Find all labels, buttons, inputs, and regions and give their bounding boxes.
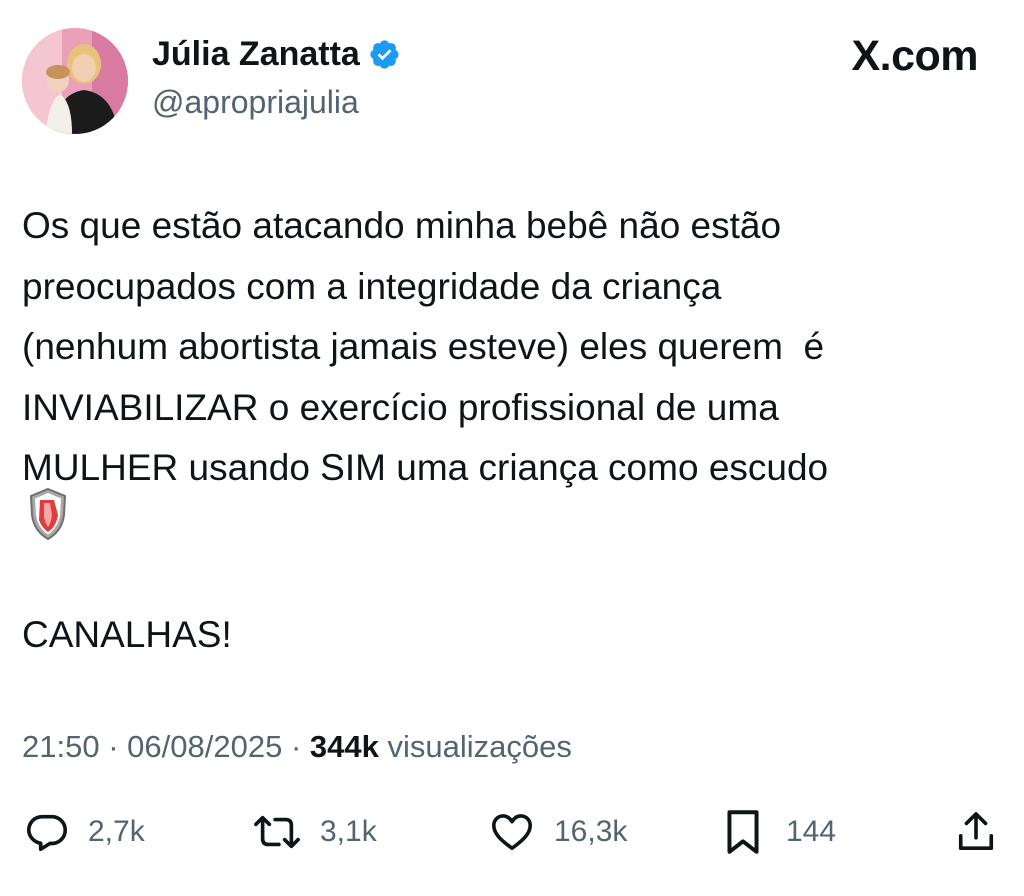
views-count: 344k (309, 729, 379, 764)
tweet-line: Os que estão atacando minha bebê não est… (22, 205, 782, 246)
bookmark-count: 144 (786, 815, 837, 848)
display-name[interactable]: Júlia Zanatta (152, 33, 401, 75)
tweet-closing: CANALHAS! (22, 614, 232, 655)
shield-emoji-icon (28, 487, 68, 541)
share-button[interactable] (955, 800, 997, 864)
tweet-line: preocupados com a integridade da criança (22, 265, 722, 307)
repost-button[interactable]: 3,1k (252, 800, 377, 864)
tweet-line: MULHER usando SIM uma criança como escud… (22, 447, 829, 488)
meta-separator: · (108, 729, 119, 764)
bookmark-icon (727, 810, 759, 854)
repost-icon (254, 815, 300, 849)
bookmark-button[interactable]: 144 (722, 800, 836, 864)
tweet-text: Os que estão atacando minha bebê não est… (22, 196, 1002, 499)
tweet-line: INVIABILIZAR o exercício profissional de… (22, 386, 779, 428)
display-name-text[interactable]: Júlia Zanatta (152, 33, 360, 75)
action-bar: 2,7k 3,1k 16,3k 144 (0, 800, 1024, 864)
avatar-image (22, 28, 128, 134)
repost-count: 3,1k (320, 815, 377, 848)
like-count: 16,3k (554, 815, 628, 848)
reply-icon (26, 814, 68, 852)
tweet-time[interactable]: 21:50 (22, 729, 100, 764)
avatar[interactable] (22, 28, 128, 134)
verified-badge-icon (368, 38, 401, 71)
like-icon (491, 814, 533, 851)
reply-button[interactable]: 2,7k (24, 800, 145, 864)
meta-separator: · (290, 729, 302, 764)
tweet-line: (nenhum abortista jamais esteve) eles qu… (22, 326, 825, 367)
reply-count: 2,7k (88, 815, 145, 848)
brand-logo: X.com (851, 32, 978, 80)
share-icon (958, 812, 994, 851)
views-label: visualizações (387, 729, 572, 764)
handle[interactable]: @apropriajulia (152, 82, 359, 122)
like-button[interactable]: 16,3k (488, 800, 627, 864)
tweet-meta: 21:50 · 06/08/2025 · 344k visualizações (22, 722, 572, 772)
tweet-date[interactable]: 06/08/2025 (127, 729, 282, 764)
